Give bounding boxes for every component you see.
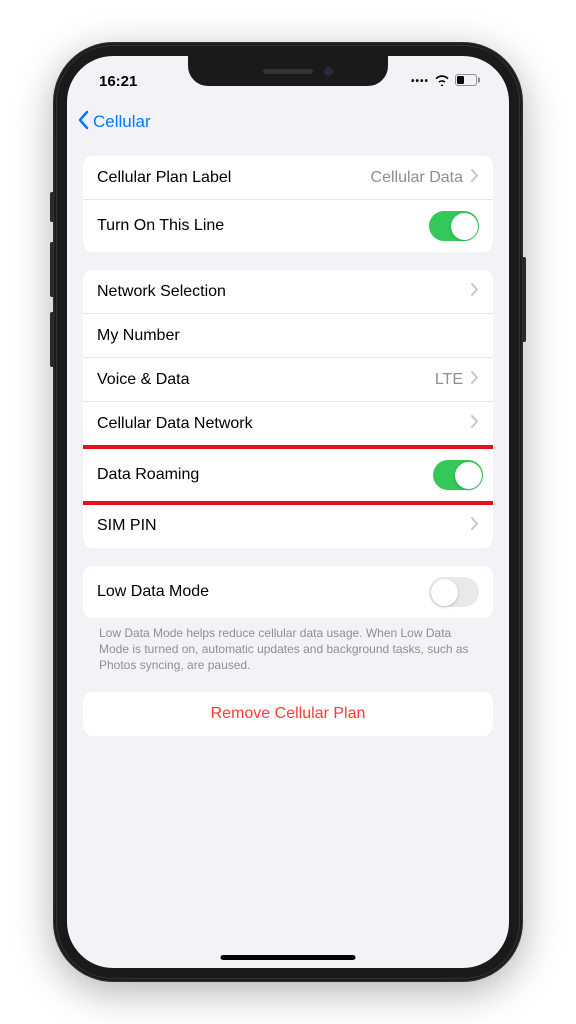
row-label: Data Roaming bbox=[97, 466, 199, 484]
row-data-roaming: Data Roaming bbox=[83, 445, 493, 505]
toggle-thumb bbox=[455, 462, 482, 489]
notch bbox=[188, 56, 388, 86]
section-low-data: Low Data Mode bbox=[83, 566, 493, 618]
row-cellular-data-network[interactable]: Cellular Data Network bbox=[83, 402, 493, 446]
notch-camera bbox=[324, 67, 333, 76]
row-label: Cellular Data Network bbox=[97, 415, 253, 433]
section-network: Network Selection My Number Voice & Data… bbox=[83, 270, 493, 548]
row-label: My Number bbox=[97, 327, 180, 345]
row-right: LTE bbox=[435, 371, 479, 389]
row-label: Network Selection bbox=[97, 283, 226, 301]
mute-switch bbox=[50, 192, 53, 222]
row-label: SIM PIN bbox=[97, 517, 157, 535]
row-network-selection[interactable]: Network Selection bbox=[83, 270, 493, 314]
turn-on-line-toggle[interactable] bbox=[429, 211, 479, 241]
chevron-right-icon bbox=[471, 371, 479, 389]
back-button[interactable]: Cellular bbox=[77, 110, 151, 135]
remove-cellular-plan-button[interactable]: Remove Cellular Plan bbox=[83, 692, 493, 736]
row-label: Turn On This Line bbox=[97, 217, 224, 235]
row-low-data-mode: Low Data Mode bbox=[83, 566, 493, 618]
row-cellular-plan-label[interactable]: Cellular Plan Label Cellular Data bbox=[83, 156, 493, 200]
row-label: Voice & Data bbox=[97, 371, 190, 389]
chevron-right-icon bbox=[471, 517, 479, 535]
low-data-mode-toggle[interactable] bbox=[429, 577, 479, 607]
remove-label: Remove Cellular Plan bbox=[211, 705, 366, 723]
chevron-right-icon bbox=[471, 169, 479, 187]
chevron-right-icon bbox=[471, 283, 479, 301]
power-button bbox=[523, 257, 526, 342]
row-right: Cellular Data bbox=[371, 169, 479, 187]
row-label: Cellular Plan Label bbox=[97, 169, 231, 187]
chevron-right-icon bbox=[471, 415, 479, 433]
content: Cellular Plan Label Cellular Data Turn O… bbox=[67, 156, 509, 736]
chevron-left-icon bbox=[77, 110, 89, 135]
data-roaming-toggle[interactable] bbox=[433, 460, 483, 490]
row-sim-pin[interactable]: SIM PIN bbox=[83, 504, 493, 548]
section-plan: Cellular Plan Label Cellular Data Turn O… bbox=[83, 156, 493, 252]
row-my-number[interactable]: My Number bbox=[83, 314, 493, 358]
section-remove: Remove Cellular Plan bbox=[83, 692, 493, 736]
toggle-thumb bbox=[431, 579, 458, 606]
nav-bar: Cellular bbox=[67, 100, 509, 144]
phone-frame: 16:21 •••• Cellular bbox=[53, 42, 523, 982]
row-value: Cellular Data bbox=[371, 169, 463, 187]
row-value: LTE bbox=[435, 371, 463, 389]
volume-down-button bbox=[50, 312, 53, 367]
status-icons: •••• bbox=[411, 73, 481, 90]
battery-icon bbox=[455, 73, 481, 90]
cellular-dots-icon: •••• bbox=[411, 76, 429, 87]
back-label: Cellular bbox=[93, 112, 151, 132]
toggle-thumb bbox=[451, 213, 478, 240]
low-data-footer: Low Data Mode helps reduce cellular data… bbox=[83, 618, 493, 674]
home-indicator[interactable] bbox=[221, 955, 356, 960]
notch-speaker bbox=[263, 69, 313, 74]
volume-up-button bbox=[50, 242, 53, 297]
status-time: 16:21 bbox=[99, 73, 137, 90]
screen: 16:21 •••• Cellular bbox=[67, 56, 509, 968]
wifi-icon bbox=[434, 73, 450, 90]
row-label: Low Data Mode bbox=[97, 583, 209, 601]
row-voice-data[interactable]: Voice & Data LTE bbox=[83, 358, 493, 402]
row-turn-on-line: Turn On This Line bbox=[83, 200, 493, 252]
